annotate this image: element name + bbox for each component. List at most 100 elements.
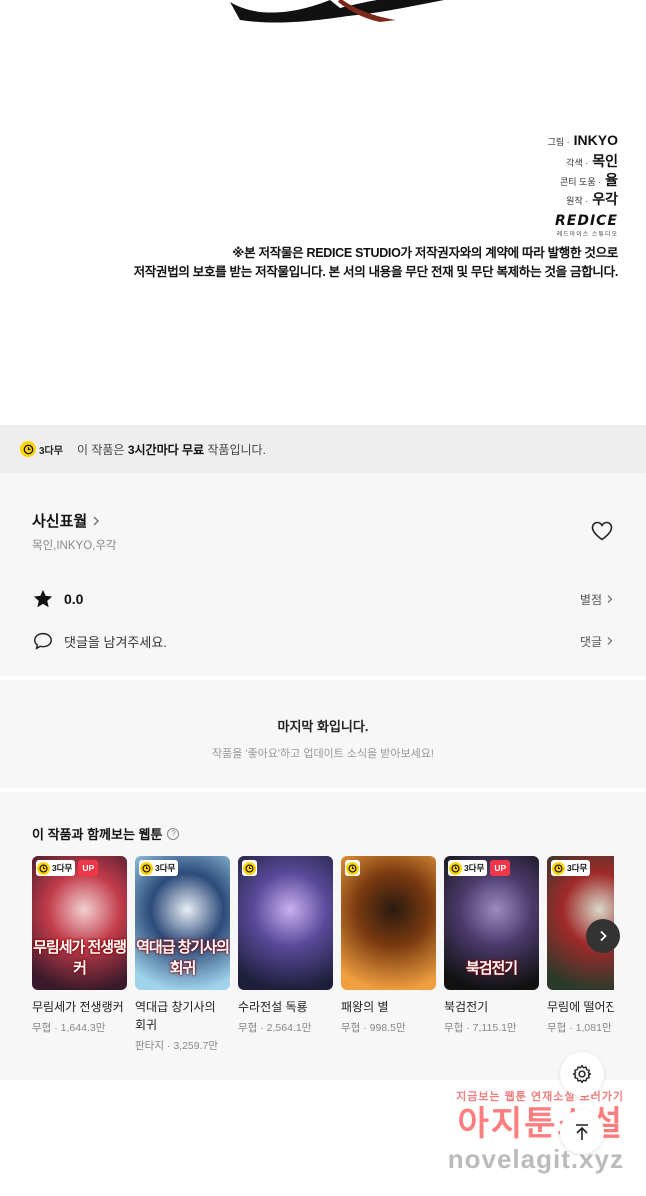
cover-art (238, 856, 333, 990)
credit-name: 목인 (592, 153, 618, 169)
recommendation-card[interactable]: 3다무 UP 무림세가 전생랭커 무림세가 전생랭커 무협 · 1,644.3만 (32, 856, 127, 1053)
series-title-link[interactable]: 사신표월 (32, 510, 101, 531)
card-title[interactable]: 역대급 창기사의 회귀 (135, 998, 230, 1034)
studio-logo-mark: REDICE (554, 213, 618, 229)
card-genre: 무협 (547, 1022, 567, 1034)
card-meta: 무협 · 7,115.1만 (444, 1020, 539, 1035)
chevron-right-icon (600, 930, 607, 942)
last-episode-title: 마지막 화입니다. (277, 719, 369, 734)
cover-thumbnail[interactable]: 3다무 UP 무림세가 전생랭커 (32, 856, 127, 990)
recommendation-card[interactable]: 3다무 역대급 창기사의 회귀 역대급 창기사의 회귀 판타지 · 3,259.7만 (135, 856, 230, 1053)
card-meta: 무협 · 998.5만 (341, 1020, 436, 1035)
cover-thumbnail[interactable] (341, 856, 436, 990)
credit-role: 그림 · (547, 137, 570, 147)
credit-name: 우각 (592, 191, 618, 207)
cover-badges (242, 860, 257, 876)
clock-icon (449, 861, 462, 875)
watermark-line: 지금보는 웹툰 연재소설 보러가기 (456, 1091, 624, 1103)
credit-art: 그림 · INKYO (548, 132, 618, 151)
card-title[interactable]: 수라전설 독룡 (238, 998, 333, 1016)
copyright-notice-line: 저작권법의 보호를 받는 저작물입니다. 본 서의 내용을 무단 전재 및 무단… (133, 265, 619, 279)
chevron-right-icon (607, 595, 613, 603)
cover-badges (345, 860, 360, 876)
wait-free-label: 3다무 (567, 863, 588, 873)
clock-icon (346, 861, 359, 875)
recommendations-title: 이 작품과 함께보는 웹툰 ? (32, 824, 180, 843)
free-text-prefix: 이 작품은 (76, 442, 128, 457)
card-meta-separator: · (463, 1022, 473, 1034)
arrow-up-icon (576, 1124, 588, 1140)
cover-thumbnail[interactable]: 3다무 UP 북검전기 (444, 856, 539, 990)
credits: 그림 · INKYO 각색 · 목인 콘티 도움 · 율 원작 · 우각 (548, 132, 618, 208)
up-badge: UP (78, 860, 99, 876)
recommendation-card[interactable]: 수라전설 독룡무협 · 2,564.1만 (238, 856, 333, 1053)
card-title[interactable]: 무림세가 전생랭커 (32, 998, 127, 1016)
comment-row[interactable]: 댓글을 남겨주세요. 댓글 (32, 629, 614, 653)
card-title[interactable]: 패왕의 별 (341, 998, 436, 1016)
carousel-next-button[interactable] (586, 919, 620, 953)
free-notice-bar: 3다무 이 작품은 3시간마다 무료 작품입니다. (0, 425, 646, 473)
card-meta: 무협 · 1,644.3만 (32, 1020, 127, 1035)
clock-icon (37, 861, 50, 875)
wait-free-badge: 3다무 (20, 441, 63, 457)
chevron-right-icon (607, 637, 613, 645)
credit-role: 콘티 도움 · (559, 177, 602, 187)
card-genre: 무협 (32, 1022, 52, 1034)
last-episode-subtitle: 작품을 '좋아요'하고 업데이트 소식을 받아보세요! (212, 748, 434, 760)
card-meta-separator: · (163, 1040, 174, 1052)
card-views: 1,081만 (575, 1022, 612, 1034)
rating-link-label: 별점 (579, 592, 602, 607)
card-genre: 무협 (444, 1022, 464, 1034)
recommendation-card[interactable]: 3다무 UP 북검전기 북검전기 무협 · 7,115.1만 (444, 856, 539, 1053)
comic-panel: 그림 · INKYO 각색 · 목인 콘티 도움 · 율 원작 · 우각 RED… (0, 0, 646, 425)
cover-title-art: 북검전기 (465, 960, 518, 977)
star-icon (33, 589, 53, 608)
cover-title-art: 역대급 창기사의 회귀 (136, 939, 230, 977)
cover-title-art: 무림세가 전생랭커 (33, 939, 127, 977)
help-icon[interactable]: ? (167, 827, 180, 840)
rating-value: 0.0 (64, 591, 84, 607)
cover-badges: 3다무 UP (36, 860, 99, 876)
studio-logo: REDICE 레드아이스 스튜디오 (555, 213, 618, 238)
up-badge: UP (490, 860, 511, 876)
recommendation-card[interactable]: 패왕의 별무협 · 998.5만 (341, 856, 436, 1053)
last-episode-section: 마지막 화입니다. 작품을 '좋아요'하고 업데이트 소식을 받아보세요! (0, 680, 646, 788)
chevron-right-icon (93, 515, 100, 526)
cover-thumbnail[interactable] (238, 856, 333, 990)
card-meta: 무협 · 2,564.1만 (238, 1020, 333, 1035)
free-text-bold: 3시간마다 무료 (127, 442, 205, 457)
card-genre: 무협 (238, 1022, 258, 1034)
free-text-suffix: 작품입니다. (204, 442, 266, 457)
recommendation-carousel[interactable]: 3다무 UP 무림세가 전생랭커 무림세가 전생랭커 무협 · 1,644.3만 3다무 역… (32, 856, 614, 1053)
wait-free-label: 3다무 (155, 863, 176, 873)
wait-free-badge (345, 860, 360, 876)
cover-thumbnail[interactable]: 3다무역대급 창기사의 회귀 (135, 856, 230, 990)
series-authors: 목인,INKYO,우각 (32, 540, 117, 552)
wait-free-label: 3다무 (52, 863, 73, 873)
wait-free-badge: 3다무 (139, 860, 179, 876)
brush-stroke-art (230, 0, 445, 23)
watermark-line: novelagit.xyz (447, 1144, 624, 1174)
copyright-notice-line: ※본 저작물은 REDICE STUDIO가 저작권자와의 계약에 따라 발행한… (232, 246, 618, 260)
card-genre: 판타지 (135, 1040, 164, 1052)
card-title[interactable]: 북검전기 (444, 998, 539, 1016)
studio-logo-subtitle: 레드아이스 스튜디오 (556, 232, 618, 238)
rating-link[interactable]: 별점 (580, 591, 614, 608)
comment-prompt: 댓글을 남겨주세요. (64, 634, 167, 650)
comment-link[interactable]: 댓글 (580, 633, 614, 650)
clock-icon (552, 861, 565, 875)
card-views: 7,115.1만 (472, 1022, 517, 1034)
recommendation-card[interactable]: 3다무무림에 떨어진 대인무협 · 1,081만 (547, 856, 614, 1053)
clock-icon (140, 861, 153, 875)
card-views: 2,564.1만 (266, 1022, 312, 1034)
card-meta: 판타지 · 3,259.7만 (135, 1038, 230, 1053)
heart-icon[interactable] (590, 519, 614, 543)
clock-icon (243, 861, 256, 875)
card-meta-separator: · (51, 1022, 61, 1034)
settings-button[interactable] (560, 1052, 604, 1096)
recommendations-title-text: 이 작품과 함께보는 웹툰 (32, 827, 163, 842)
rating-row: 0.0 별점 (32, 587, 614, 611)
cover-badges: 3다무 (551, 860, 591, 876)
scroll-top-button[interactable] (560, 1110, 604, 1154)
card-title[interactable]: 무림에 떨어진 대인 (547, 998, 614, 1016)
